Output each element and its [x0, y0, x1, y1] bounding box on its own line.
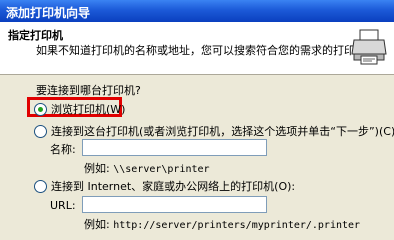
- radio-connect-printer[interactable]: [34, 124, 47, 138]
- radio-browse[interactable]: [34, 102, 47, 116]
- url-input[interactable]: [82, 196, 267, 213]
- url-example: 例如: http://server/printers/myprinter/.pr…: [84, 216, 360, 232]
- name-input[interactable]: [82, 139, 267, 156]
- name-example-value: \\server\printer: [113, 164, 210, 175]
- radio-internet[interactable]: [34, 179, 47, 193]
- url-example-prefix: 例如:: [84, 218, 110, 231]
- option-internet-label[interactable]: 连接到 Internet、家庭或办公网络上的打印机(O):: [51, 178, 295, 194]
- option-browse[interactable]: 浏览打印机(W): [34, 101, 125, 117]
- header-title: 指定打印机: [8, 29, 63, 42]
- option-internet[interactable]: 连接到 Internet、家庭或办公网络上的打印机(O):: [34, 178, 295, 194]
- url-example-value: http://server/printers/myprinter/.printe…: [113, 220, 361, 231]
- url-label: URL:: [50, 199, 76, 212]
- printer-icon: [351, 29, 387, 65]
- option-connect-printer[interactable]: 连接到这台打印机(或者浏览打印机，选择这个选项并单击“下一步”)(C):: [34, 123, 394, 139]
- name-example: 例如: \\server\printer: [84, 160, 210, 176]
- option-connect-printer-label[interactable]: 连接到这台打印机(或者浏览打印机，选择这个选项并单击“下一步”)(C):: [51, 123, 394, 139]
- name-example-prefix: 例如:: [84, 162, 110, 175]
- window-title: 添加打印机向导: [6, 6, 91, 20]
- header-description: 如果不知道打印机的名称或地址，您可以搜索符合您的需求的打印机。: [36, 44, 377, 57]
- name-label: 名称:: [50, 143, 76, 156]
- title-bar: 添加打印机向导: [0, 0, 394, 22]
- question-label: 要连接到哪台打印机?: [36, 84, 141, 97]
- wizard-header: 指定打印机 如果不知道打印机的名称或地址，您可以搜索符合您的需求的打印机。: [0, 22, 394, 75]
- option-browse-label[interactable]: 浏览打印机(W): [51, 101, 125, 117]
